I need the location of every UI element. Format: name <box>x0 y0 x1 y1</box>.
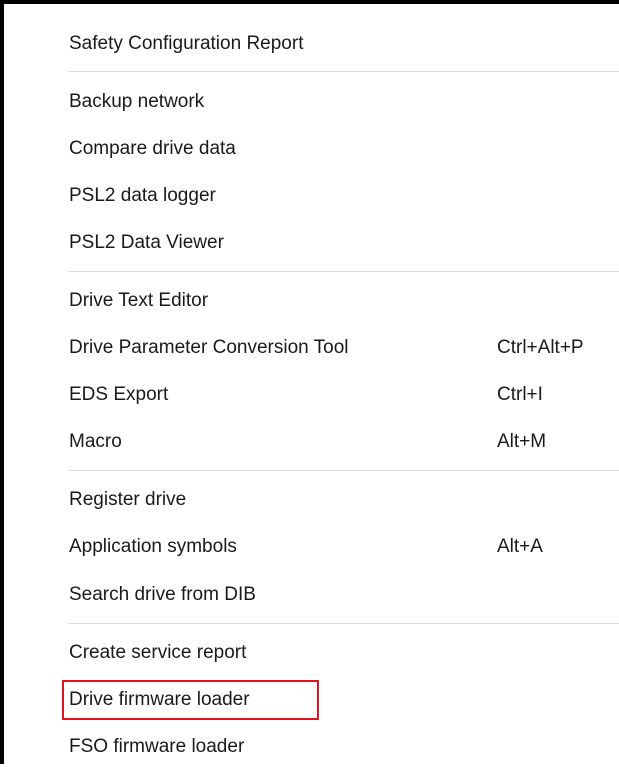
menu-item-label: PSL2 data logger <box>69 185 216 206</box>
menu-item-label: Search drive from DIB <box>69 584 256 605</box>
menu-item-label: Macro <box>69 431 122 452</box>
highlight-box <box>62 680 319 720</box>
menu-item-label: Drive Parameter Conversion Tool <box>69 337 349 358</box>
menu-separator <box>68 470 619 471</box>
menu-item-label: Drive Text Editor <box>69 290 209 311</box>
menu-item-compare-drive-data[interactable]: Compare drive data <box>4 129 619 169</box>
menu-separator <box>68 271 619 272</box>
menu-separator <box>68 623 619 624</box>
menu-item-safety-configuration-report[interactable]: Safety Configuration Report <box>4 24 619 64</box>
menu-item-drive-parameter-conversion-tool[interactable]: Drive Parameter Conversion Tool Ctrl+Alt… <box>4 328 619 368</box>
menu-separator <box>68 71 619 72</box>
menu-item-eds-export[interactable]: EDS Export Ctrl+I <box>4 375 619 415</box>
menu-item-shortcut: Alt+M <box>497 431 547 452</box>
menu-item-shortcut: Ctrl+I <box>497 384 543 405</box>
menu-item-label: PSL2 Data Viewer <box>69 232 224 253</box>
menu-item-application-symbols[interactable]: Application symbols Alt+A <box>4 527 619 567</box>
menu-item-psl2-data-viewer[interactable]: PSL2 Data Viewer <box>4 223 619 263</box>
menu-item-psl2-data-logger[interactable]: PSL2 data logger <box>4 176 619 216</box>
menu-item-shortcut: Alt+A <box>497 536 543 557</box>
menu-item-label: FSO firmware loader <box>69 736 245 757</box>
tools-context-menu: Safety Configuration Report Backup netwo… <box>0 0 619 764</box>
menu-item-label: Backup network <box>69 91 205 112</box>
menu-item-register-drive[interactable]: Register drive <box>4 480 619 520</box>
menu-item-backup-network[interactable]: Backup network <box>4 82 619 122</box>
menu-item-label: Register drive <box>69 489 187 510</box>
menu-item-create-service-report[interactable]: Create service report <box>4 633 619 673</box>
menu-item-label: Application symbols <box>69 536 237 557</box>
menu-item-label: Create service report <box>69 642 247 663</box>
menu-item-macro[interactable]: Macro Alt+M <box>4 422 619 462</box>
menu-item-fso-firmware-loader[interactable]: FSO firmware loader <box>4 727 619 767</box>
menu-item-drive-text-editor[interactable]: Drive Text Editor <box>4 281 619 321</box>
menu-item-label: Compare drive data <box>69 138 236 159</box>
menu-item-shortcut: Ctrl+Alt+P <box>497 337 584 358</box>
menu-item-label: EDS Export <box>69 384 169 405</box>
menu-item-search-drive-from-dib[interactable]: Search drive from DIB <box>4 575 619 615</box>
menu-item-label: Safety Configuration Report <box>69 33 304 54</box>
